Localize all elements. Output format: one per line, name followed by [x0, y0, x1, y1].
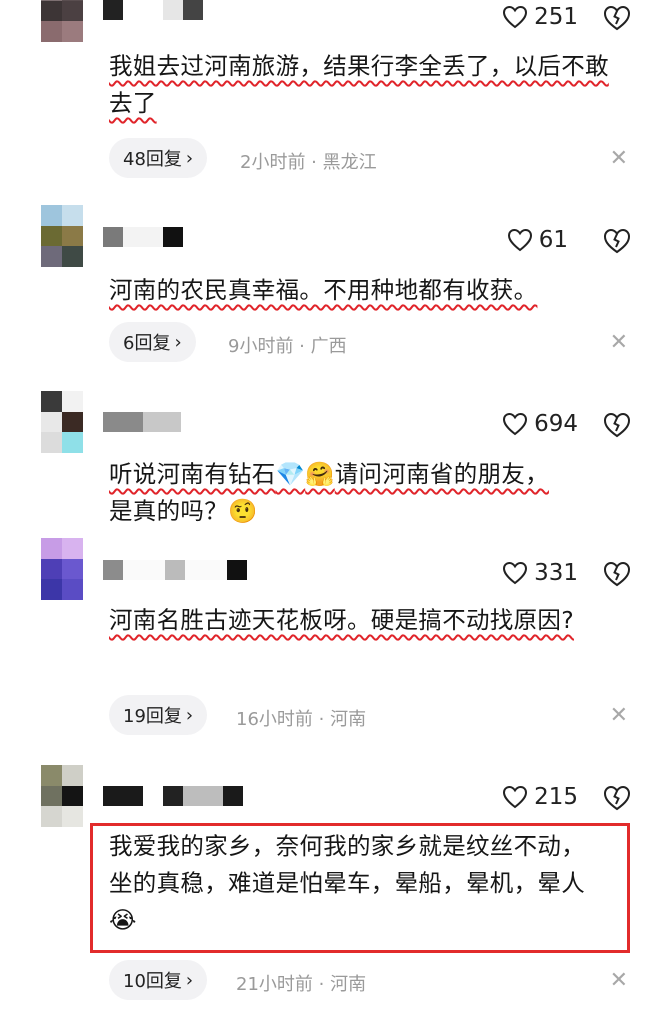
like-button[interactable]: 251: [502, 4, 578, 30]
close-icon[interactable]: ✕: [610, 703, 628, 728]
like-button[interactable]: 331: [502, 560, 578, 586]
comment-meta: 9小时前 · 广西: [228, 336, 347, 357]
avatar[interactable]: [41, 391, 83, 453]
comment-meta: 2小时前 · 黑龙江: [240, 152, 377, 173]
chevron-right-icon: ›: [185, 147, 194, 169]
comment-text: 听说河南有钻石💎🤗请问河南省的朋友， 是真的吗？🤨: [109, 460, 549, 525]
avatar[interactable]: [41, 205, 83, 267]
comment-meta: 16小时前 · 河南: [236, 709, 367, 730]
comment-text: 河南的农民真幸福。不用种地都有收获。: [109, 276, 538, 304]
username-redacted[interactable]: [103, 412, 181, 432]
broken-heart-icon[interactable]: [602, 227, 632, 255]
comment-text: 我姐去过河南旅游，结果行李全丢了，以后不敢去了: [109, 52, 609, 117]
like-count: 61: [538, 227, 568, 253]
avatar[interactable]: [41, 0, 83, 42]
chevron-right-icon: ›: [185, 969, 194, 991]
username-redacted[interactable]: [103, 0, 203, 20]
close-icon[interactable]: ✕: [610, 968, 628, 993]
crying-face-emoji: 😭: [109, 906, 137, 934]
like-button[interactable]: 215: [502, 784, 578, 810]
comment-text: 我爱我的家乡，奈何我的家乡就是纹丝不动，坐的真稳，难道是怕晕车，晕船，晕机，晕人…: [109, 832, 585, 934]
broken-heart-icon[interactable]: [602, 411, 632, 439]
like-count: 215: [534, 784, 578, 810]
heart-outline-icon: [507, 228, 532, 252]
broken-heart-icon[interactable]: [602, 560, 632, 588]
chevron-right-icon: ›: [185, 704, 194, 726]
username-redacted[interactable]: [103, 786, 243, 806]
heart-outline-icon: [503, 561, 528, 585]
avatar[interactable]: [41, 538, 83, 600]
heart-outline-icon: [503, 785, 528, 809]
like-button[interactable]: 694: [502, 411, 578, 437]
chevron-right-icon: ›: [174, 331, 182, 353]
view-replies-button[interactable]: 10回复 ›: [109, 960, 208, 1000]
skeptical-face-emoji: 🤨: [228, 497, 258, 525]
view-replies-button[interactable]: 6回复 ›: [109, 322, 196, 362]
view-replies-button[interactable]: 19回复 ›: [109, 695, 208, 735]
like-count: 694: [534, 411, 578, 437]
comment-text: 河南名胜古迹天花板呀。硬是搞不动找原因?: [109, 606, 574, 634]
gem-emoji: 💎: [275, 460, 306, 488]
like-count: 251: [534, 4, 578, 30]
username-redacted[interactable]: [103, 227, 183, 247]
heart-outline-icon: [503, 412, 528, 436]
broken-heart-icon[interactable]: [602, 4, 632, 32]
comment-meta: 21小时前 · 河南: [236, 974, 367, 995]
username-redacted[interactable]: [103, 560, 247, 580]
avatar[interactable]: [41, 765, 83, 827]
like-count: 331: [534, 560, 578, 586]
like-button[interactable]: 61: [507, 227, 568, 253]
broken-heart-icon[interactable]: [602, 784, 632, 812]
hugging-face-emoji: 🤗: [305, 460, 335, 488]
close-icon[interactable]: ✕: [610, 146, 628, 171]
close-icon[interactable]: ✕: [610, 330, 628, 355]
heart-outline-icon: [503, 5, 528, 29]
view-replies-button[interactable]: 48回复 ›: [109, 138, 208, 178]
